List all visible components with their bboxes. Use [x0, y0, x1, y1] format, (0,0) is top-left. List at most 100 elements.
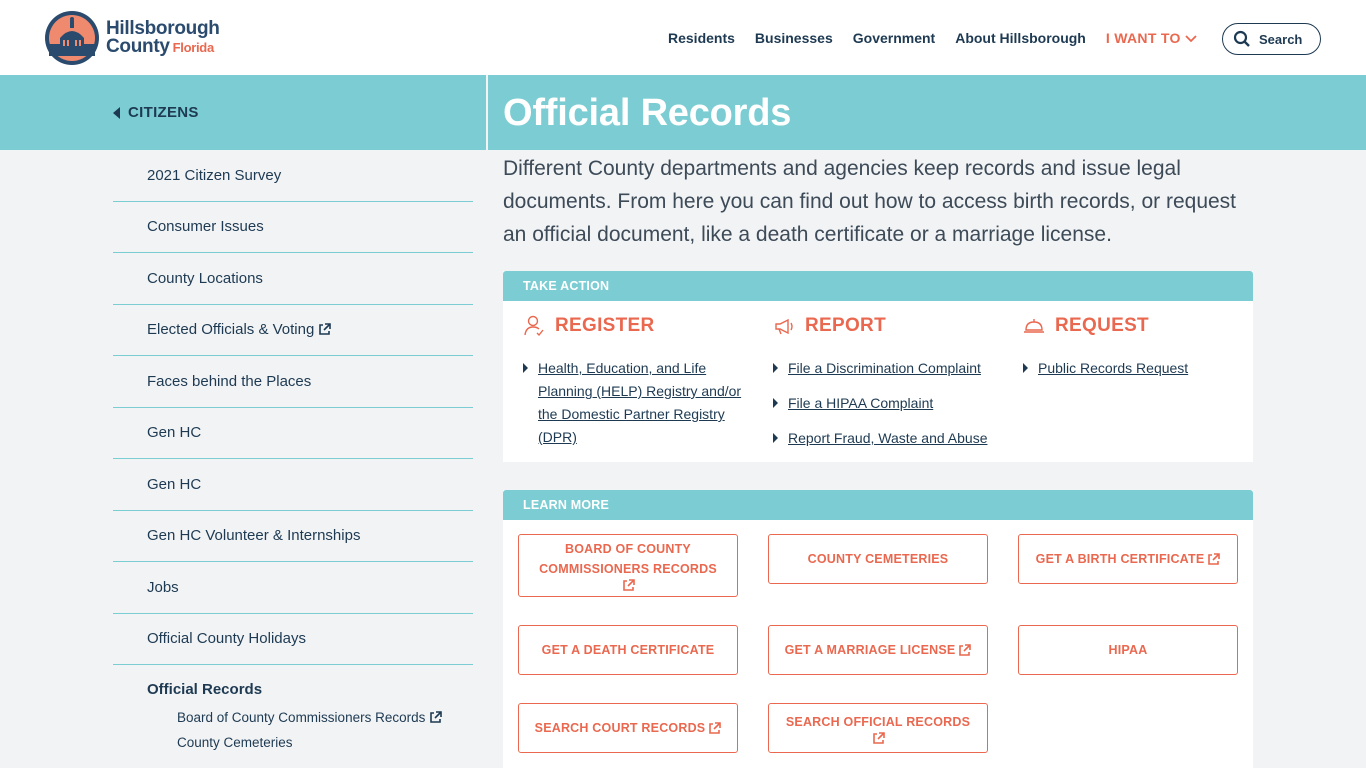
sidebar-item-official-records[interactable]: Official Records: [113, 665, 473, 698]
sidebar-item-official-holidays[interactable]: Official County Holidays: [113, 614, 473, 665]
sidebar-item-label: Gen HC: [147, 475, 202, 493]
megaphone-icon: [775, 318, 793, 335]
sidebar-item-label: 2021 Citizen Survey: [147, 166, 282, 184]
search-icon: [1233, 30, 1250, 47]
learn-more-card: LEARN MORE BOARD OF COUNTY COMMISSIONERS…: [503, 490, 1253, 768]
sidebar-item-county-locations[interactable]: County Locations: [113, 253, 473, 305]
logo-county: County: [106, 35, 170, 57]
back-label: CITIZENS: [128, 104, 199, 121]
report-title: REPORT: [773, 315, 998, 337]
register-column: REGISTER Health, Education, and Life Pla…: [523, 315, 748, 461]
sidebar-subitem-label: Board of County Commissioners Records: [177, 710, 426, 725]
sidebar-item-gen-hc-volunteer[interactable]: Gen HC Volunteer & Internships: [113, 511, 473, 562]
button-label: GET A MARRIAGE LICENSE: [784, 643, 956, 657]
register-title: REGISTER: [523, 315, 748, 337]
sidebar-item-label: Consumer Issues: [147, 218, 264, 236]
search-court-records-button[interactable]: SEARCH COURT RECORDS: [518, 703, 738, 753]
request-links: Public Records Request: [1023, 357, 1248, 380]
list-item: Report Fraud, Waste and Abuse: [773, 427, 998, 450]
help-registry-link[interactable]: Health, Education, and Life Planning (HE…: [538, 360, 741, 445]
report-column: REPORT File a Discrimination Complaint F…: [773, 315, 998, 462]
sidebar-subitem-label: County Cemeteries: [177, 735, 293, 750]
list-item: File a Discrimination Complaint: [773, 357, 998, 380]
nav-about[interactable]: About Hillsborough: [955, 30, 1086, 46]
sidebar-item-gen-hc-2[interactable]: Gen HC: [113, 459, 473, 511]
hipaa-complaint-link[interactable]: File a HIPAA Complaint: [788, 395, 933, 411]
request-title: REQUEST: [1023, 315, 1248, 337]
marriage-license-button[interactable]: GET A MARRIAGE LICENSE: [768, 625, 988, 675]
external-link-icon: [622, 579, 635, 591]
bocc-records-button[interactable]: BOARD OF COUNTY COMMISSIONERS RECORDS: [518, 534, 738, 597]
button-label: SEARCH COURT RECORDS: [534, 721, 706, 735]
death-certificate-button[interactable]: GET A DEATH CERTIFICATE: [518, 625, 738, 675]
nav-businesses[interactable]: Businesses: [755, 30, 833, 46]
sidebar-band: [0, 75, 486, 150]
sidebar-item-label: Jobs: [147, 578, 179, 596]
birth-certificate-button[interactable]: GET A BIRTH CERTIFICATE: [1018, 534, 1238, 584]
hipaa-button[interactable]: HIPAA: [1018, 625, 1238, 675]
person-register-icon: [524, 315, 544, 337]
sidebar-item-citizen-survey[interactable]: 2021 Citizen Survey: [113, 150, 473, 202]
sidebar-item-label: Elected Officials & Voting: [147, 321, 315, 339]
button-label: GET A DEATH CERTIFICATE: [541, 643, 715, 657]
sidebar-subitem-bocc-records[interactable]: Board of County Commissioners Records: [113, 710, 473, 725]
list-item: Public Records Request: [1023, 357, 1248, 380]
public-records-request-link[interactable]: Public Records Request: [1038, 360, 1188, 376]
register-links: Health, Education, and Life Planning (HE…: [523, 357, 748, 449]
sidebar-nav: 2021 Citizen Survey Consumer Issues Coun…: [113, 150, 473, 750]
list-item: Health, Education, and Life Planning (HE…: [523, 357, 748, 449]
sidebar-item-label: Gen HC: [147, 424, 202, 442]
sidebar-item-label: Official County Holidays: [147, 630, 306, 648]
take-action-heading: TAKE ACTION: [503, 271, 1253, 301]
nav-i-want-to[interactable]: I WANT TO: [1106, 30, 1197, 46]
service-bell-icon: [1024, 319, 1044, 333]
search-label: Search: [1259, 31, 1303, 47]
external-link-icon: [1208, 552, 1221, 565]
sidebar-item-faces-behind-places[interactable]: Faces behind the Places: [113, 356, 473, 408]
search-button[interactable]: Search: [1222, 23, 1321, 55]
sidebar-subitem-county-cemeteries[interactable]: County Cemeteries: [113, 735, 473, 750]
sidebar-item-label: Faces behind the Places: [147, 372, 312, 390]
report-fraud-link[interactable]: Report Fraud, Waste and Abuse: [788, 430, 987, 446]
county-cemeteries-button[interactable]: COUNTY CEMETERIES: [768, 534, 988, 584]
sidebar-item-elected-officials[interactable]: Elected Officials & Voting: [113, 305, 473, 356]
button-label: GET A BIRTH CERTIFICATE: [1035, 552, 1205, 566]
external-link-icon: [959, 643, 972, 656]
external-link-icon: [319, 323, 332, 336]
search-official-records-button[interactable]: SEARCH OFFICIAL RECORDS: [768, 703, 988, 753]
caret-left-icon: [113, 106, 120, 119]
discrimination-complaint-link[interactable]: File a Discrimination Complaint: [788, 360, 981, 376]
chevron-down-icon: [1185, 35, 1197, 43]
sidebar-item-label: County Locations: [147, 269, 263, 287]
sidebar-item-gen-hc[interactable]: Gen HC: [113, 408, 473, 459]
external-link-icon: [709, 721, 722, 734]
sidebar-item-jobs[interactable]: Jobs: [113, 562, 473, 614]
logo-line2: County Florida: [106, 35, 220, 57]
list-item: File a HIPAA Complaint: [773, 392, 998, 415]
register-title-text: REGISTER: [555, 315, 655, 336]
button-label: BOARD OF COUNTY COMMISSIONERS RECORDS: [539, 542, 717, 576]
county-seal-icon: [45, 11, 99, 65]
intro-paragraph: Different County departments and agencie…: [503, 157, 1237, 246]
site-header: Hillsborough County Florida Residents Bus…: [0, 0, 1366, 75]
report-title-text: REPORT: [805, 315, 886, 336]
button-label: COUNTY CEMETERIES: [807, 552, 949, 566]
logo-wordmark: Hillsborough County Florida: [106, 19, 220, 57]
button-label: SEARCH OFFICIAL RECORDS: [785, 714, 971, 729]
page-title: Official Records: [503, 92, 792, 134]
learn-more-heading: LEARN MORE: [503, 490, 1253, 520]
take-action-card: TAKE ACTION REGISTER Health, Education, …: [503, 271, 1253, 462]
request-column: REQUEST Public Records Request: [1023, 315, 1248, 392]
sidebar-item-label: Gen HC Volunteer & Internships: [147, 527, 361, 545]
logo-state: Florida: [172, 39, 215, 55]
nav-residents[interactable]: Residents: [668, 30, 735, 46]
sidebar-item-consumer-issues[interactable]: Consumer Issues: [113, 202, 473, 253]
external-link-icon: [872, 731, 885, 744]
request-title-text: REQUEST: [1055, 315, 1149, 336]
button-label: HIPAA: [1108, 643, 1148, 657]
county-logo[interactable]: Hillsborough County Florida: [44, 10, 220, 66]
nav-government[interactable]: Government: [853, 30, 935, 46]
main-nav: Residents Businesses Government About Hi…: [668, 30, 1217, 46]
report-links: File a Discrimination Complaint File a H…: [773, 357, 998, 450]
back-to-citizens-link[interactable]: CITIZENS: [113, 104, 199, 121]
